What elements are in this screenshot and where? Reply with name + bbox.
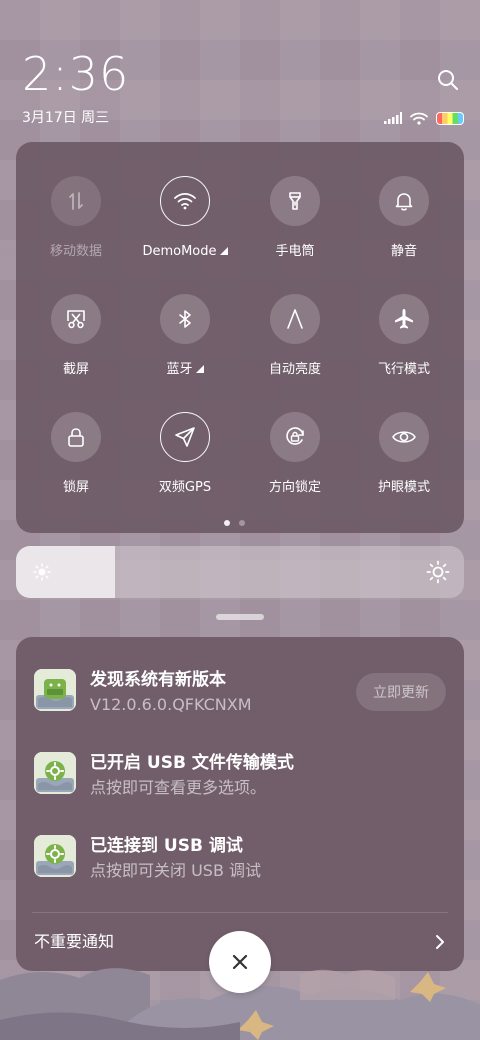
system-update-app-icon: [34, 669, 76, 711]
silent-toggle-circle: [379, 176, 429, 226]
notification-title: 已连接到 USB 调试: [90, 836, 243, 856]
bluetooth-toggle-circle: [160, 294, 210, 344]
usb-app-icon: [34, 752, 76, 794]
notification-panel: 发现系统有新版本 V12.0.6.0.QFKCNXM 立即更新 已开启 USB …: [16, 637, 464, 971]
bell-icon: [395, 193, 413, 211]
toggle-screenshot[interactable]: 截屏: [21, 294, 131, 378]
bluetooth-menu-indicator-icon[interactable]: [195, 365, 204, 373]
wifi-label: DemoMode: [130, 244, 240, 260]
toggle-bluetooth[interactable]: 蓝牙: [130, 294, 240, 378]
status-icons: [384, 108, 464, 128]
toggle-wifi[interactable]: DemoMode: [130, 176, 240, 260]
gps-icon: [175, 427, 195, 447]
eye-care-label: 护眼模式: [377, 480, 430, 495]
unimportant-notifications-link[interactable]: 不重要通知: [34, 932, 114, 952]
clear-all-button[interactable]: [209, 931, 271, 993]
notification-system-update[interactable]: 发现系统有新版本 V12.0.6.0.QFKCNXM 立即更新: [34, 669, 446, 719]
brightness-high-icon: [426, 560, 450, 584]
rotation-lock-icon: [286, 427, 304, 445]
toggle-flashlight[interactable]: 手电筒: [240, 176, 350, 260]
toggle-rotation-lock[interactable]: 方向锁定: [240, 412, 350, 496]
update-now-button[interactable]: 立即更新: [356, 673, 446, 711]
notification-body: 点按即可查看更多选项。: [90, 778, 267, 797]
screenshot-label: 截屏: [62, 362, 89, 377]
bluetooth-label-text: 蓝牙: [166, 362, 193, 377]
divider: [32, 912, 448, 913]
page-dot-1[interactable]: [224, 520, 230, 526]
bluetooth-icon: [179, 310, 191, 328]
lock-label: 锁屏: [62, 480, 89, 495]
toggle-lock-screen[interactable]: 锁屏: [21, 412, 131, 496]
airplane-icon: [395, 309, 413, 329]
toggle-mobile-data[interactable]: 移动数据: [21, 176, 131, 260]
wifi-menu-indicator-icon[interactable]: [219, 247, 228, 255]
control-center-panel: 移动数据 DemoMode 手电筒 静音 截屏 蓝牙 自动亮度 飞行模式 锁屏 …: [16, 142, 464, 533]
search-button[interactable]: [434, 66, 462, 94]
mobile-data-label: 移动数据: [49, 244, 102, 259]
chevron-right-icon[interactable]: [432, 933, 448, 951]
page-dot-2[interactable]: [239, 520, 245, 526]
wifi-toggle-circle: [160, 176, 210, 226]
gps-label: 双频GPS: [158, 480, 212, 495]
close-icon: [232, 954, 248, 970]
mobile-data-icon: [69, 192, 83, 210]
date: 3月17日 周三: [22, 110, 110, 126]
lock-icon: [68, 428, 84, 447]
auto-brightness-icon: [287, 309, 303, 329]
toggle-auto-brightness[interactable]: 自动亮度: [240, 294, 350, 378]
scissors-icon: [67, 310, 85, 329]
toggle-silent[interactable]: 静音: [349, 176, 459, 260]
mobile-data-toggle-circle: [51, 176, 101, 226]
battery-icon: [436, 111, 464, 125]
auto-brightness-label: 自动亮度: [268, 362, 321, 377]
airplane-toggle-circle: [379, 294, 429, 344]
usb-debug-app-icon: [34, 835, 76, 877]
flashlight-icon: [289, 192, 301, 210]
lock-toggle-circle: [51, 412, 101, 462]
clock: 2:36: [22, 47, 130, 101]
rotation-lock-toggle-circle: [270, 412, 320, 462]
notification-title: 已开启 USB 文件传输模式: [90, 753, 294, 773]
airplane-label: 飞行模式: [377, 362, 430, 377]
drag-handle[interactable]: [216, 614, 264, 620]
search-icon: [438, 70, 458, 90]
flashlight-label: 手电筒: [275, 244, 315, 259]
wifi-label-text: DemoMode: [142, 244, 217, 259]
brightness-low-icon: [33, 563, 51, 581]
bluetooth-label: 蓝牙: [130, 362, 240, 378]
android-settings-icon: [34, 835, 76, 877]
signal-icon: [384, 112, 402, 124]
notification-body: 点按即可关闭 USB 调试: [90, 861, 262, 880]
brightness-fill: [16, 546, 115, 598]
flashlight-toggle-circle: [270, 176, 320, 226]
wifi-icon: [174, 192, 196, 210]
notification-usb-transfer[interactable]: 已开启 USB 文件传输模式 点按即可查看更多选项。: [34, 752, 446, 802]
brightness-slider[interactable]: [16, 546, 464, 598]
notification-title: 发现系统有新版本: [90, 670, 226, 690]
auto-brightness-toggle-circle: [270, 294, 320, 344]
notification-usb-debugging[interactable]: 已连接到 USB 调试 点按即可关闭 USB 调试: [34, 835, 446, 885]
gps-toggle-circle: [160, 412, 210, 462]
android-update-icon: [34, 669, 76, 711]
screenshot-toggle-circle: [51, 294, 101, 344]
eye-icon: [392, 431, 416, 443]
page-indicator: [224, 520, 245, 526]
android-settings-icon: [34, 752, 76, 794]
toggle-gps[interactable]: 双频GPS: [130, 412, 240, 496]
silent-label: 静音: [390, 244, 417, 259]
rotation-lock-label: 方向锁定: [268, 480, 321, 495]
toggle-airplane[interactable]: 飞行模式: [349, 294, 459, 378]
notification-body: V12.0.6.0.QFKCNXM: [90, 695, 252, 714]
wifi-status-icon: [410, 112, 428, 125]
eye-care-toggle-circle: [379, 412, 429, 462]
toggle-eye-care[interactable]: 护眼模式: [349, 412, 459, 496]
